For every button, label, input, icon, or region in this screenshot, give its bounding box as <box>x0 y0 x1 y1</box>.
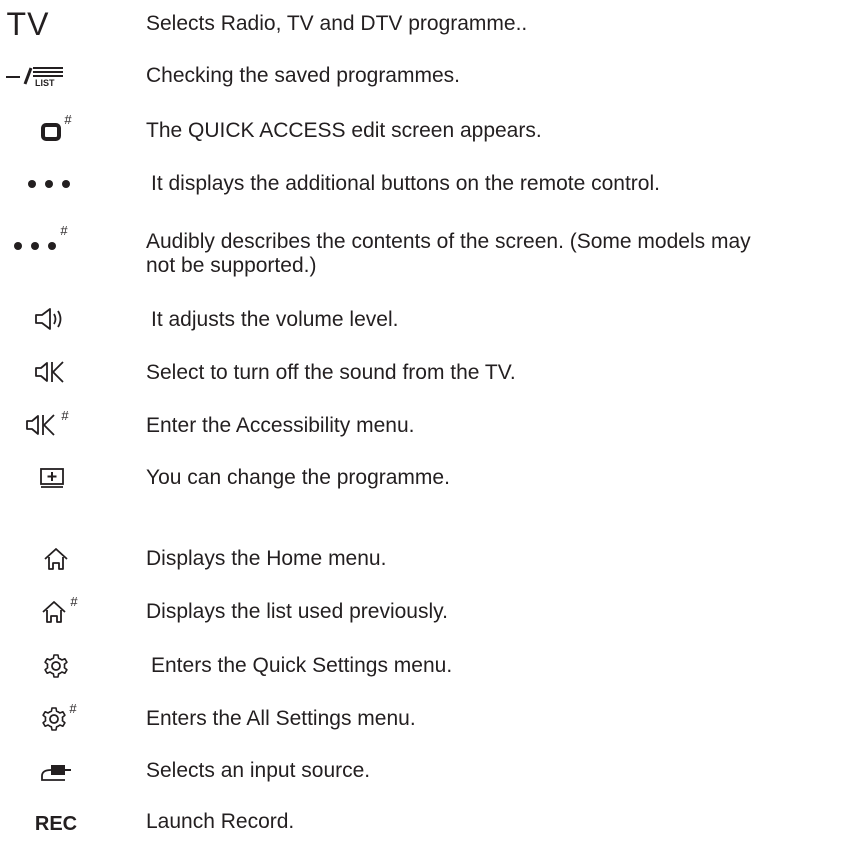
row-description: Enter the Accessibility menu. <box>146 414 415 437</box>
rec-label: REC <box>34 812 78 835</box>
volume-icon <box>0 306 100 332</box>
row-description: Displays the list used previously. <box>146 600 448 623</box>
hash-mark: # <box>60 223 68 238</box>
hash-mark: # <box>69 701 77 716</box>
mute-hash-icon: # <box>0 408 92 438</box>
row-description: Launch Record. <box>146 810 295 833</box>
row-description: Checking the saved programmes. <box>146 64 460 87</box>
row-description: You can change the programme. <box>146 466 450 489</box>
home-icon <box>0 545 112 573</box>
hash-mark: # <box>61 408 69 423</box>
row-description: It adjusts the volume level. <box>151 308 399 331</box>
settings-icon <box>0 652 112 680</box>
row-description: Displays the Home menu. <box>146 547 387 570</box>
row-description: Selects an input source. <box>146 759 371 782</box>
row-description: Selects Radio, TV and DTV programme.. <box>146 12 528 35</box>
hash-mark: # <box>70 594 78 609</box>
home-hash-icon: # <box>0 594 118 626</box>
row-description: The QUICK ACCESS edit screen appears. <box>146 119 542 142</box>
row-description: Enters the Quick Settings menu. <box>151 654 453 677</box>
dash-list-icon: LIST <box>0 64 70 88</box>
hash-mark: # <box>64 112 72 127</box>
tv-text-icon: TV <box>0 6 56 42</box>
list-label: LIST <box>35 78 55 87</box>
tv-label: TV <box>6 5 50 42</box>
row-description: It displays the additional buttons on th… <box>151 172 660 195</box>
rec-text-icon: REC <box>0 812 112 836</box>
programme-icon <box>0 466 104 490</box>
input-source-icon <box>0 760 112 784</box>
more-dots-icon <box>0 172 98 196</box>
mute-icon <box>0 359 100 385</box>
row-description: Audibly describes the contents of the sc… <box>146 230 751 277</box>
row-description: Select to turn off the sound from the TV… <box>146 361 516 384</box>
row-description: Enters the All Settings menu. <box>146 707 416 730</box>
quick-access-icon: # <box>0 112 112 146</box>
settings-hash-icon: # <box>0 701 118 733</box>
more-dots-hash-icon: # <box>0 223 80 255</box>
